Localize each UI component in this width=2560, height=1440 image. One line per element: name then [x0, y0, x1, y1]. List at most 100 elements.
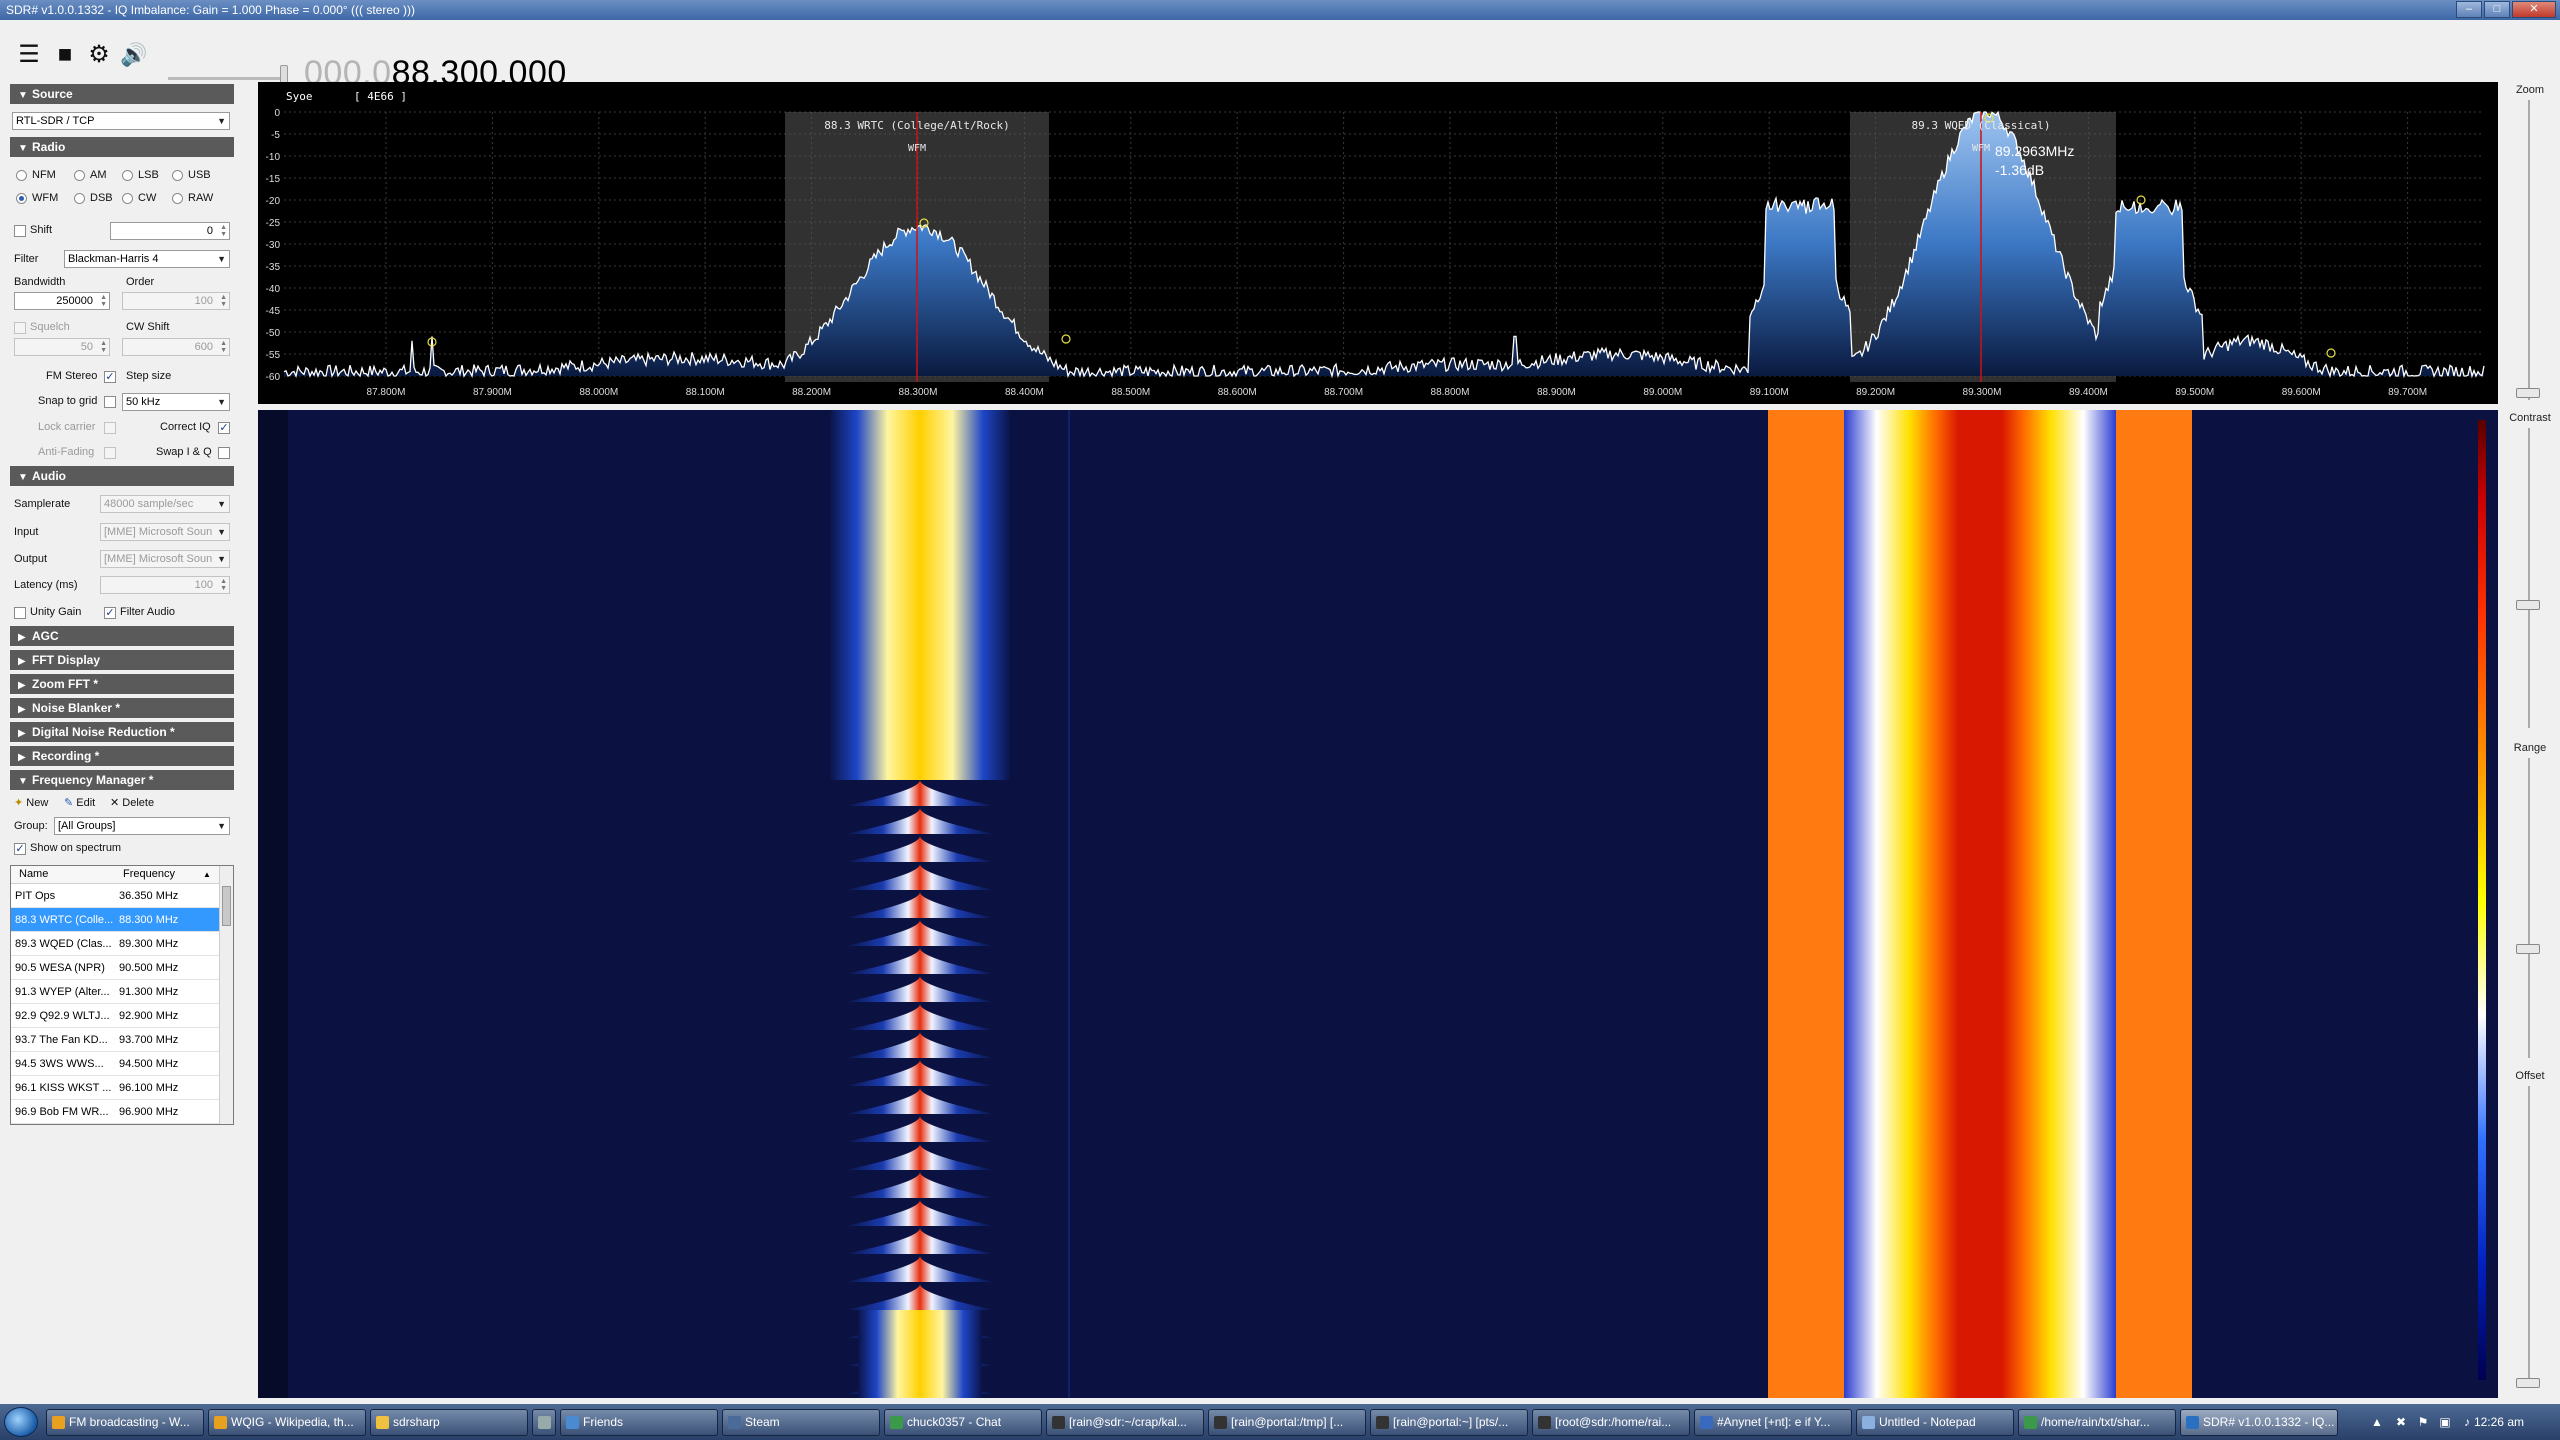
offset-slider-track[interactable]: [2528, 1086, 2530, 1386]
unitygain-checkbox[interactable]: [14, 607, 26, 619]
taskbar-clock[interactable]: 12:26 am: [2474, 1404, 2524, 1440]
correctiq-checkbox[interactable]: ✓: [218, 422, 230, 434]
shift-checkbox[interactable]: [14, 225, 26, 237]
shift-input[interactable]: 0 ▲ ▼: [110, 222, 230, 240]
cwshift-input[interactable]: 600 ▲ ▼: [122, 338, 230, 356]
contrast-slider-thumb[interactable]: [2516, 600, 2540, 610]
taskbar-button[interactable]: [532, 1409, 556, 1436]
tray-monitor-icon[interactable]: ▣: [2438, 1415, 2452, 1429]
spinner-arrows-icon[interactable]: ▲ ▼: [220, 578, 227, 592]
zoom-slider-track[interactable]: [2528, 100, 2530, 400]
tray-volume-icon[interactable]: ♪: [2460, 1415, 2474, 1429]
maximize-button[interactable]: □: [2484, 1, 2510, 18]
table-row[interactable]: 96.1 KISS WKST ... 96.100 MHz: [11, 1076, 219, 1100]
taskbar-button[interactable]: sdrsharp: [370, 1409, 528, 1436]
mode-dsb-radio[interactable]: [74, 193, 85, 204]
taskbar-button[interactable]: /home/rain/txt/shar...: [2018, 1409, 2176, 1436]
close-button[interactable]: ✕: [2512, 1, 2556, 18]
spinner-arrows-icon[interactable]: ▲ ▼: [220, 224, 227, 238]
spectrum-analyzer[interactable]: Syoe [ 4E66 ] 88.3 WRTC (College/Alt/Roc…: [258, 82, 2498, 404]
minimize-button[interactable]: –: [2456, 1, 2482, 18]
delete-button[interactable]: ✕ Delete: [110, 796, 154, 809]
tray-arrow-icon[interactable]: ▲: [2370, 1415, 2384, 1429]
mode-wfm-radio[interactable]: [16, 193, 27, 204]
zoom-slider-thumb[interactable]: [2516, 388, 2540, 398]
spinner-arrows-icon[interactable]: ▲ ▼: [220, 340, 227, 354]
spinner-arrows-icon[interactable]: ▲ ▼: [220, 294, 227, 308]
gear-icon[interactable]: ⚙: [86, 42, 112, 68]
audio-section-header[interactable]: ▼ Audio: [10, 466, 234, 486]
taskbar-button[interactable]: chuck0357 - Chat: [884, 1409, 1042, 1436]
squelch-input[interactable]: 50 ▲ ▼: [14, 338, 110, 356]
volume-slider-track[interactable]: [168, 77, 286, 80]
fmstereo-checkbox[interactable]: ✓: [104, 371, 116, 383]
table-scrollbar[interactable]: [219, 866, 233, 1124]
taskbar-button[interactable]: SDR# v1.0.0.1332 - IQ...: [2180, 1409, 2338, 1436]
taskbar-button[interactable]: Untitled - Notepad: [1856, 1409, 2014, 1436]
freq-manager-section-header[interactable]: ▼ Frequency Manager *: [10, 770, 234, 790]
zoom-fft-section-header[interactable]: ▶ Zoom FFT *: [10, 674, 234, 694]
noise-blanker-section-header[interactable]: ▶ Noise Blanker *: [10, 698, 234, 718]
bandwidth-input[interactable]: 250000 ▲ ▼: [14, 292, 110, 310]
table-row[interactable]: 92.9 Q92.9 WLTJ... 92.900 MHz: [11, 1004, 219, 1028]
taskbar-button[interactable]: FM broadcasting - W...: [46, 1409, 204, 1436]
mode-usb-radio[interactable]: [172, 170, 183, 181]
source-device-select[interactable]: RTL-SDR / TCP ▼: [12, 112, 230, 130]
recording-section-header[interactable]: ▶ Recording *: [10, 746, 234, 766]
offset-slider-thumb[interactable]: [2516, 1378, 2540, 1388]
samplerate-select[interactable]: 48000 sample/sec ▼: [100, 495, 230, 513]
fft-display-section-header[interactable]: ▶ FFT Display: [10, 650, 234, 670]
show-on-spectrum-checkbox[interactable]: ✓: [14, 843, 26, 855]
range-slider-thumb[interactable]: [2516, 944, 2540, 954]
radio-section-header[interactable]: ▼ Radio: [10, 137, 234, 157]
step-size-select[interactable]: 50 kHz ▼: [122, 393, 230, 411]
taskbar-button[interactable]: [rain@portal:~] [pts/...: [1370, 1409, 1528, 1436]
agc-section-header[interactable]: ▶ AGC: [10, 626, 234, 646]
group-select[interactable]: [All Groups] ▼: [54, 817, 230, 835]
scrollbar-thumb[interactable]: [222, 886, 231, 926]
taskbar-button[interactable]: Friends: [560, 1409, 718, 1436]
source-section-header[interactable]: ▼ Source: [10, 84, 234, 104]
mode-cw-radio[interactable]: [122, 193, 133, 204]
mode-raw-radio[interactable]: [172, 193, 183, 204]
taskbar-button[interactable]: #Anynet [+nt]: e if Y...: [1694, 1409, 1852, 1436]
tray-flag-icon[interactable]: ⚑: [2416, 1415, 2430, 1429]
spinner-arrows-icon[interactable]: ▲ ▼: [100, 340, 107, 354]
contrast-slider-track[interactable]: [2528, 428, 2530, 728]
table-row[interactable]: PIT Ops 36.350 MHz: [11, 884, 219, 908]
table-row[interactable]: 88.3 WRTC (Colle... 88.300 MHz: [11, 908, 219, 932]
stop-icon[interactable]: ■: [52, 42, 78, 68]
edit-button[interactable]: ✎ Edit: [64, 796, 95, 809]
audio-input-select[interactable]: [MME] Microsoft Soun ▼: [100, 523, 230, 541]
snap-checkbox[interactable]: [104, 396, 116, 408]
filteraudio-checkbox[interactable]: ✓: [104, 607, 116, 619]
table-row[interactable]: 94.5 3WS WWS... 94.500 MHz: [11, 1052, 219, 1076]
order-input[interactable]: 100 ▲ ▼: [122, 292, 230, 310]
table-row[interactable]: 96.9 Bob FM WR... 96.900 MHz: [11, 1100, 219, 1124]
taskbar-button[interactable]: WQIG - Wikipedia, th...: [208, 1409, 366, 1436]
spinner-arrows-icon[interactable]: ▲ ▼: [100, 294, 107, 308]
taskbar-button[interactable]: [rain@sdr:~/crap/kal...: [1046, 1409, 1204, 1436]
table-row[interactable]: 91.3 WYEP (Alter... 91.300 MHz: [11, 980, 219, 1004]
menu-icon[interactable]: ☰: [16, 42, 42, 68]
swapiq-checkbox[interactable]: [218, 447, 230, 459]
col-name-header[interactable]: Name: [19, 868, 48, 880]
mode-am-radio[interactable]: [74, 170, 85, 181]
squelch-checkbox[interactable]: [14, 322, 26, 334]
start-button[interactable]: [4, 1407, 38, 1437]
mode-nfm-radio[interactable]: [16, 170, 27, 181]
lockcarrier-checkbox[interactable]: [104, 422, 116, 434]
table-row[interactable]: 90.5 WESA (NPR) 90.500 MHz: [11, 956, 219, 980]
taskbar-button[interactable]: [root@sdr:/home/rai...: [1532, 1409, 1690, 1436]
waterfall-display[interactable]: [258, 410, 2498, 1398]
filter-select[interactable]: Blackman-Harris 4 ▼: [64, 250, 230, 268]
table-row[interactable]: 93.7 The Fan KD... 93.700 MHz: [11, 1028, 219, 1052]
mode-lsb-radio[interactable]: [122, 170, 133, 181]
antifading-checkbox[interactable]: [104, 447, 116, 459]
speaker-icon[interactable]: 🔊: [120, 42, 147, 68]
taskbar-button[interactable]: Steam: [722, 1409, 880, 1436]
audio-output-select[interactable]: [MME] Microsoft Soun ▼: [100, 550, 230, 568]
col-frequency-header[interactable]: Frequency: [123, 868, 175, 880]
table-row[interactable]: 89.3 WQED (Clas... 89.300 MHz: [11, 932, 219, 956]
taskbar-button[interactable]: [rain@portal:/tmp] [...: [1208, 1409, 1366, 1436]
